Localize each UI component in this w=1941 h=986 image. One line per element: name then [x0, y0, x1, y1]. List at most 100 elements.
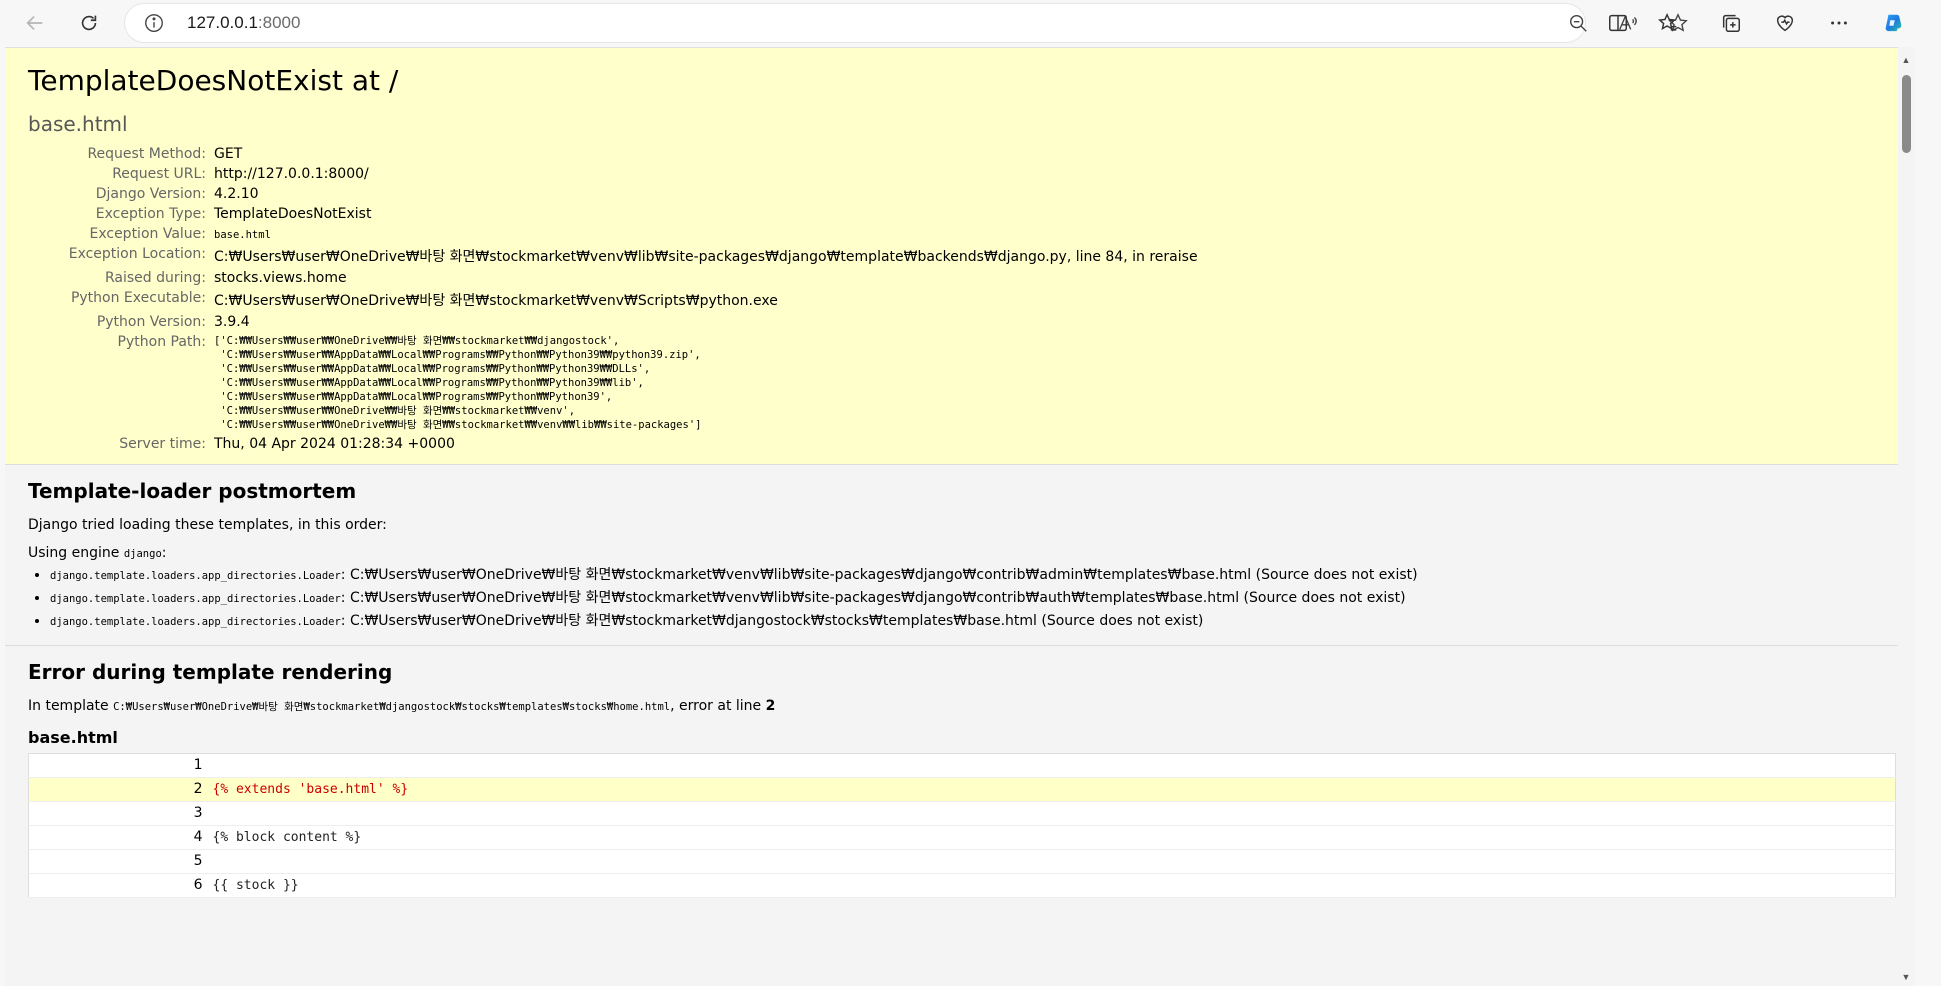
template-loader-postmortem: Template-loader postmortem Django tried … — [5, 465, 1898, 646]
address-bar[interactable]: 127.0.0.1:8000 — [125, 4, 1688, 42]
info-row-raised-during: Raised during: stocks.views.home — [28, 268, 1198, 288]
address-port: :8000 — [257, 13, 301, 32]
render-heading: Error during template rendering — [28, 659, 393, 684]
table-row: 1 — [28, 753, 1896, 778]
collections-icon[interactable] — [1716, 8, 1746, 38]
address-url[interactable]: 127.0.0.1:8000 — [187, 13, 300, 33]
loader-path: : C:₩Users₩user₩OneDrive₩바탕 화면₩stockmark… — [340, 589, 1406, 606]
info-value: GET — [214, 145, 243, 162]
table-row: 3 — [28, 801, 1896, 826]
zoom-out-icon[interactable] — [1563, 8, 1593, 38]
line-number: 6 — [28, 873, 211, 898]
line-number: 3 — [28, 801, 211, 826]
source-title: base.html — [28, 727, 118, 747]
info-row-django-version: Django Version: 4.2.10 — [28, 184, 1198, 204]
info-value: stocks.views.home — [214, 269, 347, 286]
line-number: 5 — [28, 849, 211, 874]
list-item: django.template.loaders.app_directories.… — [50, 610, 1875, 630]
info-value: 4.2.10 — [214, 185, 259, 202]
info-label: Exception Location: — [68, 245, 206, 262]
info-row-exception-type: Exception Type: TemplateDoesNotExist — [28, 204, 1198, 224]
scroll-down-arrow-icon[interactable]: ▼ — [1901, 972, 1911, 982]
postmortem-heading: Template-loader postmortem — [28, 478, 357, 503]
line-code: {% block content %} — [210, 825, 1896, 850]
engine-prefix: Using engine — [28, 544, 124, 561]
exception-value-heading: base.html — [28, 111, 128, 136]
template-rendering-error: Error during template rendering In templ… — [5, 646, 1898, 898]
loader-name: django.template.loaders.app_directories.… — [50, 592, 341, 605]
info-row-request-url: Request URL: http://127.0.0.1:8000/ — [28, 164, 1198, 184]
scroll-up-arrow-icon[interactable]: ▲ — [1901, 55, 1911, 65]
info-label: Request Method: — [87, 145, 206, 162]
loader-list: django.template.loaders.app_directories.… — [28, 564, 1875, 630]
info-value: C:₩Users₩user₩OneDrive₩바탕 화면₩stockmarket… — [214, 248, 1198, 265]
info-value: Thu, 04 Apr 2024 01:28:34 +0000 — [214, 435, 455, 452]
more-options-icon[interactable] — [1824, 8, 1854, 38]
back-arrow-icon[interactable] — [20, 8, 50, 38]
python-path-list: ['C:₩₩Users₩₩user₩₩OneDrive₩₩바탕 화면₩₩stoc… — [214, 334, 702, 431]
engine-name: django — [123, 547, 162, 560]
table-row-error: 2 {% extends 'base.html' %} — [28, 777, 1896, 802]
info-value: base.html — [214, 228, 271, 241]
page-title: TemplateDoesNotExist at / — [28, 64, 399, 97]
info-label: Exception Value: — [89, 225, 206, 242]
scroll-thumb[interactable] — [1902, 75, 1911, 153]
engine-suffix: : — [161, 544, 167, 561]
request-info-table: Request Method: GET Request URL: http://12… — [28, 144, 1198, 454]
template-source-table: 1 2 {% extends 'base.html' %} 3 4 {% block… — [28, 752, 1896, 898]
favorites-icon[interactable] — [1653, 8, 1683, 38]
info-value: http://127.0.0.1:8000/ — [214, 165, 369, 182]
info-label: Django Version: — [95, 185, 206, 202]
vertical-scrollbar[interactable]: ▲ ▼ — [1898, 47, 1914, 986]
template-path: C:₩Users₩user₩OneDrive₩바탕 화면₩stockmarket… — [113, 700, 671, 713]
refresh-icon[interactable] — [74, 8, 104, 38]
info-label: Request URL: — [112, 165, 206, 182]
postmortem-intro: Django tried loading these templates, in… — [28, 516, 387, 533]
line-code — [210, 849, 1896, 874]
split-screen-icon[interactable] — [1603, 8, 1633, 38]
info-row-exception-location: Exception Location: C:₩Users₩user₩OneDriv… — [28, 244, 1198, 268]
error-summary: TemplateDoesNotExist at / base.html Requ… — [5, 48, 1898, 465]
render-location: In template C:₩Users₩user₩OneDrive₩바탕 화면… — [28, 698, 1875, 714]
line-code: {{ stock }} — [210, 873, 1896, 898]
info-value: 3.9.4 — [214, 313, 250, 330]
info-row-exception-value: Exception Value: base.html — [28, 224, 1198, 244]
site-info-icon[interactable] — [143, 12, 165, 34]
loader-name: django.template.loaders.app_directories.… — [50, 569, 341, 582]
copilot-icon[interactable] — [1877, 7, 1909, 39]
loader-path: : C:₩Users₩user₩OneDrive₩바탕 화면₩stockmark… — [340, 612, 1204, 629]
page-viewport: TemplateDoesNotExist at / base.html Requ… — [5, 47, 1898, 986]
info-label: Python Path: — [117, 333, 206, 350]
info-row-request-method: Request Method: GET — [28, 144, 1198, 164]
error-at-line-text: , error at line — [670, 697, 766, 714]
line-code: {% extends 'base.html' %} — [210, 777, 1896, 802]
browser-toolbar: 127.0.0.1:8000 — [0, 0, 1941, 45]
info-value: C:₩Users₩user₩OneDrive₩바탕 화면₩stockmarket… — [214, 292, 778, 309]
line-number: 4 — [28, 825, 211, 850]
info-label: Python Version: — [96, 313, 206, 330]
line-number: 2 — [28, 777, 211, 802]
info-row-server-time: Server time: Thu, 04 Apr 2024 01:28:34 +0… — [28, 434, 1198, 454]
info-label: Exception Type: — [95, 205, 206, 222]
line-code — [210, 801, 1896, 826]
address-host: 127.0.0.1 — [187, 13, 258, 32]
table-row: 5 — [28, 849, 1896, 874]
list-item: django.template.loaders.app_directories.… — [50, 587, 1875, 607]
info-value: TemplateDoesNotExist — [214, 205, 372, 222]
line-number: 1 — [28, 753, 211, 778]
info-row-python-version: Python Version: 3.9.4 — [28, 312, 1198, 332]
info-value-cell: base.html — [212, 224, 1198, 244]
list-item: django.template.loaders.app_directories.… — [50, 564, 1875, 584]
info-label: Raised during: — [104, 269, 206, 286]
line-code — [210, 753, 1896, 778]
browser-essentials-icon[interactable] — [1770, 8, 1800, 38]
table-row: 6{{ stock }} — [28, 873, 1896, 898]
info-label: Python Executable: — [70, 289, 206, 306]
error-line-number: 2 — [765, 697, 776, 714]
engine-line: Using engine django: — [28, 545, 1875, 561]
loader-name: django.template.loaders.app_directories.… — [50, 615, 341, 628]
in-template-prefix: In template — [28, 697, 114, 714]
info-row-python-path: Python Path: ['C:₩₩Users₩₩user₩₩OneDrive₩… — [28, 332, 1198, 434]
table-row: 4 {% block content %} — [28, 825, 1896, 850]
info-value-cell: ['C:₩₩Users₩₩user₩₩OneDrive₩₩바탕 화면₩₩stoc… — [212, 332, 1198, 434]
